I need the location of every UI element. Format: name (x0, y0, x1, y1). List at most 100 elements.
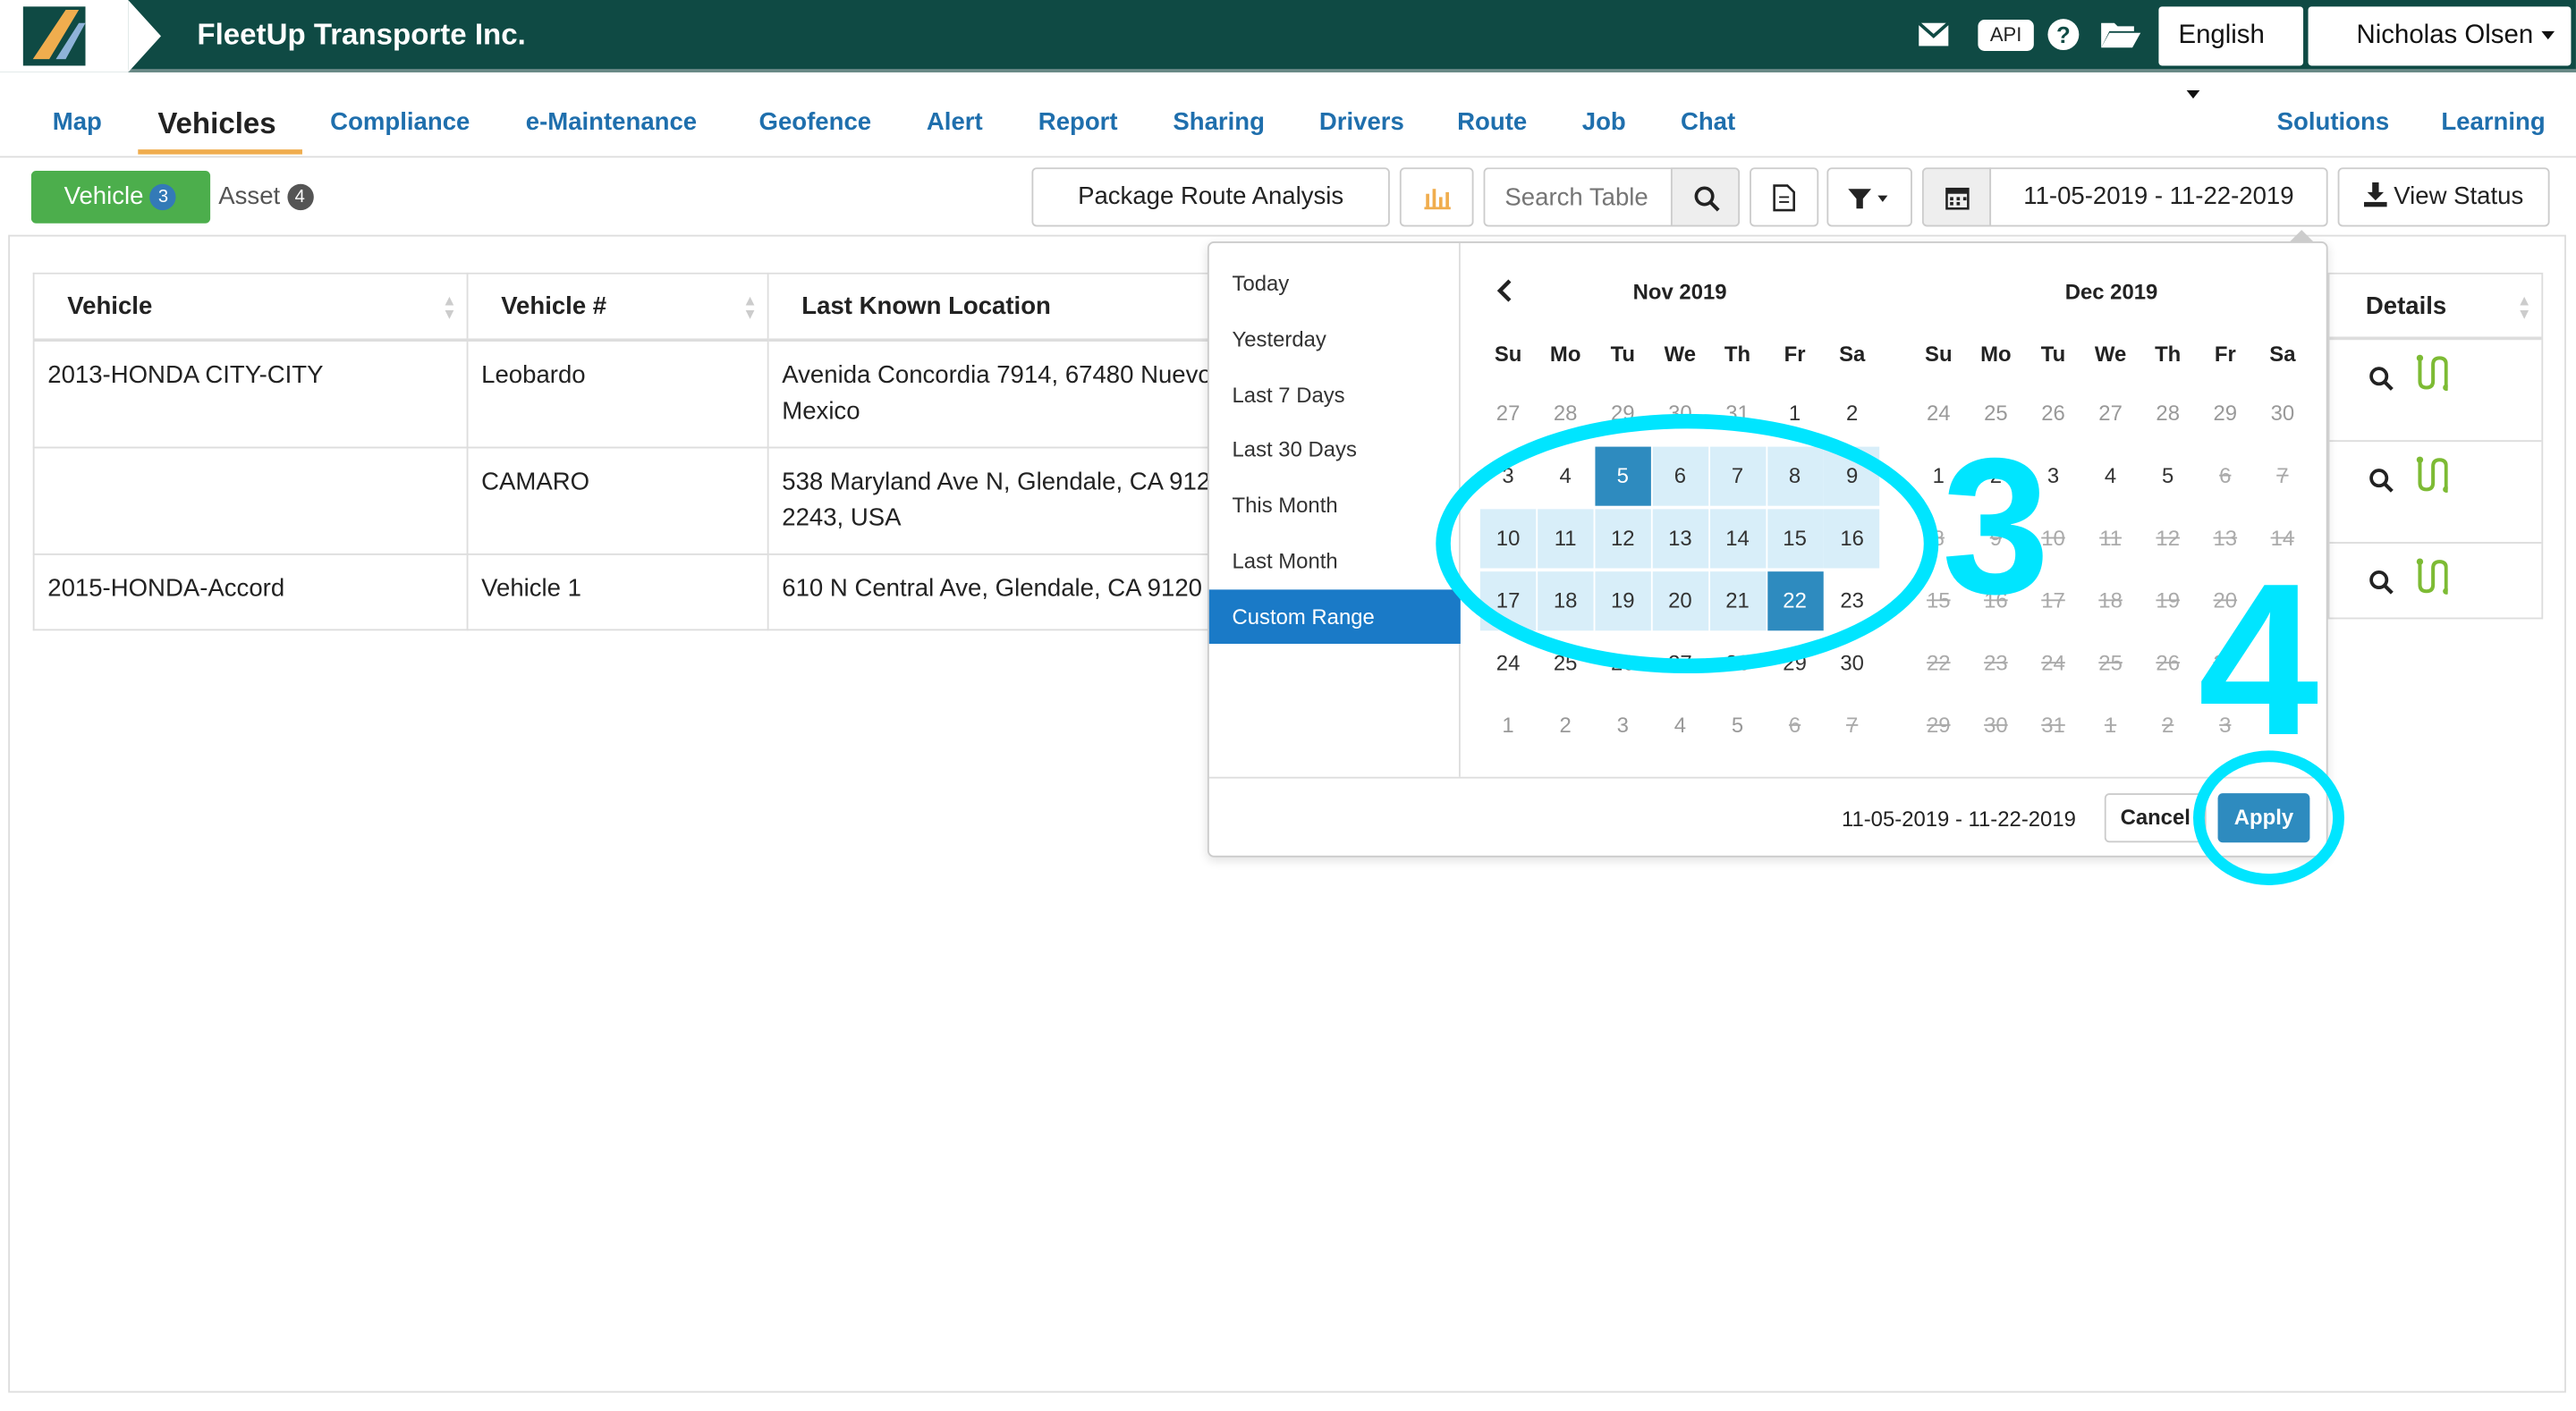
calendar-day[interactable]: 28 (2140, 384, 2195, 444)
calendar-day[interactable]: 29 (1911, 697, 1966, 756)
calendar-day[interactable]: 24 (2025, 634, 2080, 693)
calendar-day[interactable]: 7 (1824, 697, 1879, 756)
calendar-day[interactable]: 5 (2140, 447, 2195, 506)
calendar-day[interactable]: 1 (2082, 697, 2138, 756)
nav-compliance[interactable]: Compliance (330, 108, 470, 136)
range-last-30-days[interactable]: Last 30 Days (1209, 422, 1461, 477)
calendar-button[interactable] (1921, 167, 1992, 227)
range-this-month[interactable]: This Month (1209, 477, 1461, 532)
calendar-day[interactable]: 19 (2140, 571, 2195, 630)
logo[interactable] (0, 0, 161, 72)
calendar-day[interactable]: 29 (2198, 384, 2253, 444)
nav-vehicles[interactable]: Vehicles (157, 106, 275, 141)
cancel-button[interactable]: Cancel (2104, 793, 2207, 843)
nav-drivers[interactable]: Drivers (1319, 108, 1404, 136)
cell-vehicle-number: Leobardo (466, 338, 769, 448)
folder-open-icon[interactable] (2099, 20, 2142, 49)
col-details-label: Details (2365, 291, 2447, 321)
col-vehicle-number-header[interactable]: Vehicle # ▲ ▼ (466, 272, 769, 342)
nav-geofence[interactable]: Geofence (759, 108, 872, 136)
date-range-input[interactable]: 11-05-2019 - 11-22-2019 (1989, 167, 2328, 227)
route-icon[interactable] (2411, 557, 2448, 596)
calendar-day[interactable]: 1 (1480, 697, 1536, 756)
cell-vehicle: 2015-HONDA-Accord (32, 553, 469, 630)
nav-job[interactable]: Job (1582, 108, 1626, 136)
cell-location: Avenida Concordia 7914, 67480 Nuevo Mexic… (767, 338, 1262, 448)
calendar-day[interactable]: 4 (1652, 697, 1707, 756)
package-route-analysis-button[interactable]: Package Route Analysis (1031, 167, 1390, 227)
nav-map[interactable]: Map (53, 108, 102, 136)
calendar-day[interactable]: 7 (2255, 447, 2310, 506)
sort-icon: ▲ ▼ (442, 291, 457, 322)
calendar-day[interactable]: 18 (2082, 571, 2138, 630)
calendar-day[interactable]: 27 (2082, 384, 2138, 444)
calendar-day[interactable]: 6 (2198, 447, 2253, 506)
details-cell (2329, 442, 2542, 544)
nav-sharing[interactable]: Sharing (1173, 108, 1265, 136)
calendar-day[interactable]: 6 (1767, 697, 1822, 756)
chart-button[interactable] (1399, 167, 1474, 227)
user-dropdown[interactable]: Nicholas Olsen (2308, 6, 2572, 66)
nav-report[interactable]: Report (1038, 108, 1118, 136)
col-details-header[interactable]: Details ▲ ▼ (2329, 275, 2542, 341)
calendar-day[interactable]: 2 (1538, 697, 1593, 756)
search-icon[interactable] (2369, 570, 2394, 595)
calendar-day[interactable]: 23 (1968, 634, 2023, 693)
asset-toggle-button[interactable]: Asset 4 (218, 182, 313, 211)
search-icon[interactable] (2369, 367, 2394, 392)
col-vehicle-number-label: Vehicle # (501, 291, 607, 320)
range-last-7-days[interactable]: Last 7 Days (1209, 368, 1461, 422)
export-button[interactable] (1750, 167, 1819, 227)
nav-alert[interactable]: Alert (927, 108, 983, 136)
language-dropdown[interactable]: English (2158, 6, 2304, 99)
range-last-month[interactable]: Last Month (1209, 534, 1461, 588)
help-icon[interactable]: ? (2047, 18, 2080, 51)
calendar-day[interactable]: 30 (2255, 384, 2310, 444)
nav-route[interactable]: Route (1457, 108, 1527, 136)
weekday-label: Mo (1980, 342, 2012, 367)
calendar-day[interactable]: 2 (1824, 384, 1879, 444)
search-input[interactable] (1483, 167, 1673, 227)
api-button[interactable]: API (1978, 20, 2034, 51)
filter-dropdown-button[interactable] (1826, 167, 1912, 227)
weekday-label: Mo (1549, 342, 1581, 367)
search-icon[interactable] (2369, 468, 2394, 493)
range-yesterday[interactable]: Yesterday (1209, 312, 1461, 367)
table-header-row: Vehicle ▲ ▼ Vehicle # ▲ ▼ Last Known Locatio… (32, 272, 1262, 342)
vehicle-toggle-button[interactable]: Vehicle 3 (30, 171, 211, 224)
calendar-day[interactable]: 22 (1911, 634, 1966, 693)
calendar-day[interactable]: 2 (2140, 697, 2195, 756)
calendar-day[interactable]: 3 (1595, 697, 1650, 756)
vehicle-toggle-label: Vehicle (64, 182, 144, 211)
route-icon[interactable] (2411, 353, 2448, 393)
calendar-day[interactable]: 26 (2140, 634, 2195, 693)
calendar-day[interactable]: 4 (2082, 447, 2138, 506)
calendar-day[interactable]: 31 (2025, 697, 2080, 756)
nav-e-maintenance[interactable]: e-Maintenance (526, 108, 697, 136)
nav-solutions[interactable]: Solutions (2277, 108, 2389, 136)
col-vehicle-header[interactable]: Vehicle ▲ ▼ (32, 272, 469, 342)
table-row[interactable]: 2013-HONDA CITY-CITY Leobardo Avenida Co… (32, 338, 1262, 448)
details-cell (2329, 544, 2541, 619)
search-button[interactable] (1670, 167, 1741, 227)
location-line-1: 610 N Central Ave, Glendale, CA 9120 (782, 573, 1202, 603)
nav-learning[interactable]: Learning (2441, 108, 2545, 136)
calendar-day[interactable]: 5 (1709, 697, 1765, 756)
nav-chat[interactable]: Chat (1681, 108, 1735, 136)
calendar-day[interactable]: 27 (1480, 384, 1536, 444)
col-location-header[interactable]: Last Known Location (767, 272, 1262, 342)
annotation-step-3: 3 (1941, 418, 2050, 636)
route-icon[interactable] (2411, 455, 2448, 494)
weekday-label: Sa (1839, 342, 1866, 367)
table-row[interactable]: 2015-HONDA-Accord Vehicle 1 610 N Centra… (32, 553, 1262, 630)
mail-icon[interactable] (1917, 21, 1950, 47)
calendar-day[interactable]: 11 (2082, 509, 2138, 568)
calendar-day[interactable]: 12 (2140, 509, 2195, 568)
range-custom[interactable]: Custom Range (1208, 589, 1461, 644)
view-status-button[interactable]: View Status (2337, 167, 2550, 227)
table-row[interactable]: CAMARO 538 Maryland Ave N, Glendale, CA … (32, 445, 1262, 554)
chevron-left-icon[interactable] (1495, 279, 1514, 302)
calendar-day[interactable]: 25 (2082, 634, 2138, 693)
calendar-day[interactable]: 30 (1968, 697, 2023, 756)
range-today[interactable]: Today (1209, 257, 1461, 311)
